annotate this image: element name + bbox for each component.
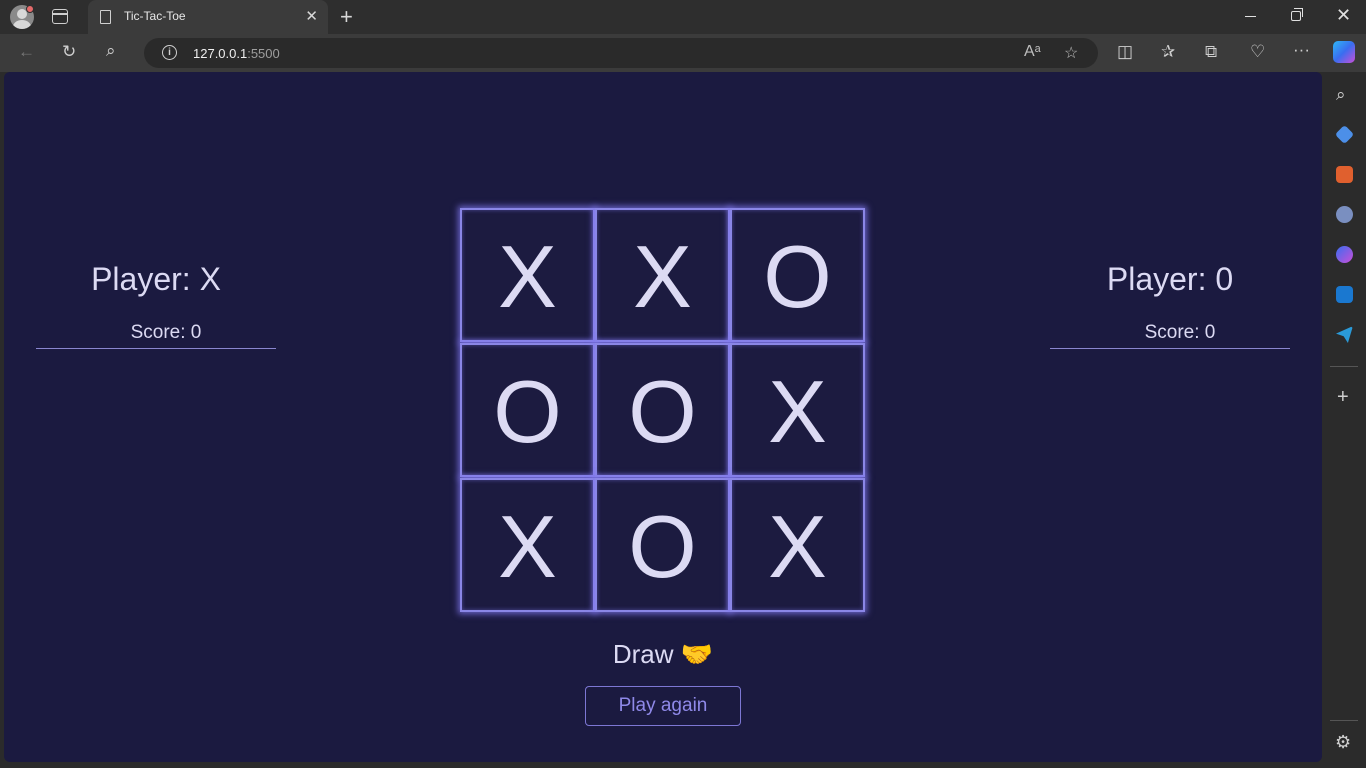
tools-icon[interactable] [1336,166,1353,183]
search-icon[interactable]: ⌕ [106,41,116,61]
site-info-icon[interactable]: i [162,45,177,60]
send-icon[interactable] [1336,326,1353,343]
more-options-icon[interactable]: ··· [1293,40,1310,60]
back-icon[interactable]: ← [18,42,35,62]
copilot-icon[interactable] [1333,41,1355,63]
tab-actions-icon[interactable] [52,9,68,24]
board-cell-4[interactable]: O [460,343,595,477]
board-cell-6[interactable]: X [730,343,865,477]
player-o-panel: Player: 0 Score: 0 [1050,261,1290,349]
favorites-icon[interactable]: ✰ [1161,42,1175,62]
player-x-label: Player: X [91,261,221,297]
board-cell-7[interactable]: X [460,478,595,612]
url-text[interactable]: 127.0.0.1:5500 [193,46,280,61]
split-screen-icon[interactable]: ◫ [1117,42,1133,62]
player-o-score: Score: 0 [1144,322,1216,343]
browser-toolbar: ← ↻ ⌕ i 127.0.0.1:5500 A͏ᵃ ☆ ◫ ✰ ⧉ ♡ ··· [0,34,1366,72]
board-cell-9[interactable]: X [730,478,865,612]
favorite-star-icon[interactable]: ☆ [1064,43,1078,63]
minimize-icon[interactable] [1245,16,1256,17]
board-cell-3[interactable]: O [730,208,865,342]
address-bar[interactable]: i 127.0.0.1:5500 A͏ᵃ ☆ [144,38,1098,68]
game-board: X X O O O X X O X [460,208,866,613]
player-x-score-underline [36,348,276,349]
refresh-icon[interactable]: ↻ [62,42,76,62]
restore-icon[interactable] [1291,8,1303,21]
board-cell-1[interactable]: X [460,208,595,342]
collections-icon[interactable]: ⧉ [1205,42,1217,62]
play-again-button[interactable]: Play again [585,686,741,726]
read-aloud-icon[interactable]: A͏ᵃ [1024,43,1041,61]
profile-notification-dot [26,5,34,13]
player-o-label: Player: 0 [1106,261,1234,297]
tab-close-icon[interactable]: ✕ [305,7,318,25]
shopping-tag-icon[interactable] [1334,124,1355,145]
browser-essentials-icon[interactable]: ♡ [1250,42,1265,62]
sidebar-search-icon[interactable]: ⌕ [1336,85,1353,104]
player-x-panel: Player: X Score: 0 [36,261,276,349]
tab-title: Tic-Tac-Toe [124,9,186,23]
board-cell-2[interactable]: X [595,208,730,342]
player-o-score-underline [1050,348,1290,349]
player-x-score: Score: 0 [130,322,202,343]
games-icon[interactable] [1336,206,1353,223]
board-cell-5[interactable]: O [595,343,730,477]
game-status-message: Draw 🤝 [612,639,714,669]
sidebar-add-icon[interactable]: + [1337,387,1349,407]
window-bottom-edge [0,762,1322,768]
page-document-icon [100,10,111,24]
window-close-icon[interactable]: ✕ [1336,5,1351,26]
outlook-icon[interactable] [1336,286,1353,303]
sidebar-settings-icon[interactable]: ⚙ [1335,732,1351,753]
board-cell-8[interactable]: O [595,478,730,612]
sidebar-divider [1330,366,1358,367]
edge-sidebar: ⌕ + ⚙ [1322,72,1366,768]
office-icon[interactable] [1336,246,1353,263]
browser-tab[interactable]: Tic-Tac-Toe ✕ [88,0,328,34]
new-tab-icon[interactable]: + [340,4,353,30]
browser-tab-bar: Tic-Tac-Toe ✕ + ✕ [0,0,1366,34]
sidebar-divider-bottom [1330,720,1358,721]
page-viewport: Player: X Score: 0 Player: 0 Score: 0 X … [4,72,1322,762]
